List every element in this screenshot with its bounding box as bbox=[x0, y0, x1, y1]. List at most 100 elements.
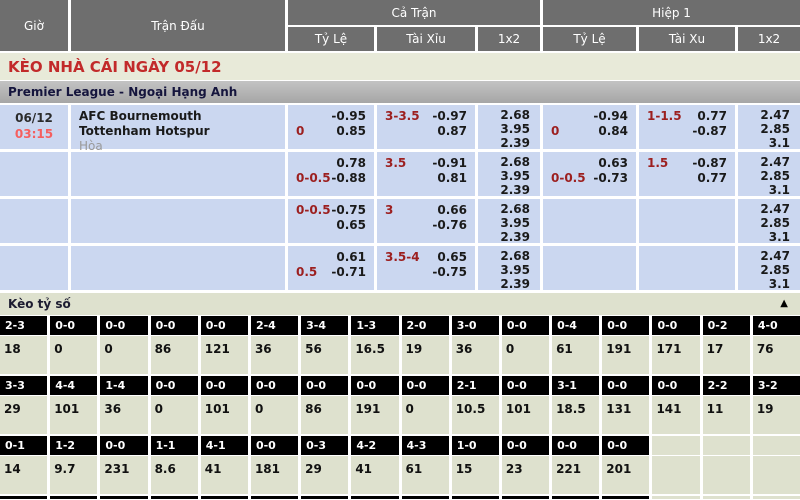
score-odds-cell[interactable]: 191 bbox=[351, 396, 398, 434]
score-odds-cell[interactable]: 16.5 bbox=[351, 336, 398, 374]
score-odds-cell[interactable]: 56 bbox=[301, 336, 348, 374]
h1-1x2-cell[interactable]: 2.472.853.1 bbox=[738, 152, 800, 196]
h1-overunder-cell[interactable]: 1-1.50.77 -0.87 bbox=[639, 105, 735, 149]
score-cell[interactable]: 2-1 bbox=[452, 376, 499, 395]
score-cell[interactable]: 2-4 bbox=[251, 316, 298, 335]
ft-1x2-cell[interactable]: 2.683.952.39 bbox=[478, 246, 540, 290]
score-cell[interactable]: 1-4 bbox=[100, 376, 147, 395]
score-cell[interactable]: 1-0 bbox=[452, 436, 499, 455]
score-odds-cell[interactable]: 121 bbox=[201, 336, 248, 374]
score-odds-cell[interactable]: 141 bbox=[652, 396, 699, 434]
score-odds-cell[interactable]: 0 bbox=[100, 336, 147, 374]
score-odds-cell[interactable]: 0 bbox=[402, 396, 449, 434]
score-odds-cell[interactable]: 8.6 bbox=[151, 456, 198, 494]
score-cell[interactable]: 0-0 bbox=[602, 436, 649, 455]
score-odds-cell[interactable]: 17 bbox=[703, 336, 750, 374]
score-cell[interactable]: 2-0 bbox=[402, 316, 449, 335]
h1-handicap-cell[interactable]: 0.630-0.5-0.73 bbox=[543, 152, 636, 196]
h1-1x2-cell[interactable]: 2.472.853.1 bbox=[738, 199, 800, 243]
score-cell[interactable]: 3-2 bbox=[753, 376, 800, 395]
score-odds-cell[interactable]: 15 bbox=[452, 456, 499, 494]
score-odds-cell[interactable]: 101 bbox=[201, 396, 248, 434]
score-odds-cell[interactable]: 86 bbox=[151, 336, 198, 374]
ft-1x2-cell[interactable]: 2.683.952.39 bbox=[478, 152, 540, 196]
score-cell[interactable]: 0-0 bbox=[301, 376, 348, 395]
score-odds-cell[interactable]: 86 bbox=[301, 396, 348, 434]
score-cell[interactable]: 0-0 bbox=[402, 376, 449, 395]
score-odds-cell[interactable]: 14 bbox=[0, 456, 47, 494]
score-odds-cell[interactable]: 131 bbox=[602, 396, 649, 434]
score-cell[interactable]: 0-0 bbox=[502, 436, 549, 455]
score-odds-cell[interactable]: 9.7 bbox=[50, 456, 97, 494]
score-odds-cell[interactable]: 0 bbox=[151, 396, 198, 434]
score-cell[interactable]: 0-0 bbox=[652, 316, 699, 335]
score-cell[interactable]: 0-0 bbox=[251, 376, 298, 395]
score-cell[interactable]: 2-3 bbox=[0, 316, 47, 335]
score-cell[interactable]: 2-2 bbox=[703, 376, 750, 395]
score-cell[interactable]: 3-1 bbox=[552, 376, 599, 395]
score-odds-cell[interactable]: 61 bbox=[402, 456, 449, 494]
score-cell[interactable]: 1-2 bbox=[50, 436, 97, 455]
score-cell[interactable]: 0-0 bbox=[151, 316, 198, 335]
score-odds-cell[interactable]: 11 bbox=[703, 396, 750, 434]
score-cell[interactable]: 0-0 bbox=[251, 436, 298, 455]
score-odds-cell[interactable]: 231 bbox=[100, 456, 147, 494]
score-cell[interactable]: 1-1 bbox=[151, 436, 198, 455]
score-cell[interactable]: 0-2 bbox=[703, 316, 750, 335]
score-odds-cell[interactable]: 29 bbox=[0, 396, 47, 434]
score-cell[interactable]: 0-0 bbox=[351, 376, 398, 395]
score-odds-cell[interactable]: 41 bbox=[201, 456, 248, 494]
score-cell[interactable]: 0-0 bbox=[502, 376, 549, 395]
score-odds-cell[interactable]: 76 bbox=[753, 336, 800, 374]
ft-overunder-cell[interactable]: 3.5-0.91 0.81 bbox=[377, 152, 475, 196]
score-odds-cell[interactable]: 23 bbox=[502, 456, 549, 494]
score-cell[interactable]: 3-3 bbox=[0, 376, 47, 395]
match-cell[interactable]: AFC BournemouthTottenham HotspurHòa bbox=[71, 105, 285, 149]
score-odds-cell[interactable]: 0 bbox=[50, 336, 97, 374]
score-cell[interactable]: 0-0 bbox=[50, 316, 97, 335]
score-odds-cell[interactable]: 171 bbox=[652, 336, 699, 374]
score-odds-cell[interactable]: 10.5 bbox=[452, 396, 499, 434]
h1-overunder-cell[interactable]: 1.5-0.87 0.77 bbox=[639, 152, 735, 196]
score-odds-cell[interactable]: 18.5 bbox=[552, 396, 599, 434]
score-odds-cell[interactable]: 191 bbox=[602, 336, 649, 374]
ft-overunder-cell[interactable]: 30.66 -0.76 bbox=[377, 199, 475, 243]
score-odds-cell[interactable]: 36 bbox=[452, 336, 499, 374]
score-odds-cell[interactable]: 201 bbox=[602, 456, 649, 494]
ft-handicap-cell[interactable]: 0.780-0.5-0.88 bbox=[288, 152, 374, 196]
score-cell[interactable]: 1-3 bbox=[351, 316, 398, 335]
ft-1x2-cell[interactable]: 2.683.952.39 bbox=[478, 105, 540, 149]
score-odds-cell[interactable]: 0 bbox=[251, 396, 298, 434]
score-cell[interactable]: 4-2 bbox=[351, 436, 398, 455]
score-odds-cell[interactable]: 36 bbox=[100, 396, 147, 434]
ft-handicap-cell[interactable]: 0-0.5-0.75 0.65 bbox=[288, 199, 374, 243]
score-odds-cell[interactable]: 19 bbox=[753, 396, 800, 434]
collapse-arrow-icon[interactable]: ▲ bbox=[780, 293, 788, 315]
score-odds-cell[interactable]: 181 bbox=[251, 456, 298, 494]
score-cell[interactable]: 3-4 bbox=[301, 316, 348, 335]
score-odds-cell[interactable]: 18 bbox=[0, 336, 47, 374]
score-odds-cell[interactable]: 101 bbox=[502, 396, 549, 434]
score-cell[interactable]: 0-0 bbox=[100, 436, 147, 455]
score-odds-cell[interactable]: 29 bbox=[301, 456, 348, 494]
score-cell[interactable]: 0-1 bbox=[0, 436, 47, 455]
score-odds-cell[interactable]: 61 bbox=[552, 336, 599, 374]
score-cell[interactable]: 0-0 bbox=[201, 316, 248, 335]
ft-handicap-cell[interactable]: 0.610.5-0.71 bbox=[288, 246, 374, 290]
score-odds-cell[interactable]: 0 bbox=[502, 336, 549, 374]
score-cell[interactable]: 0-0 bbox=[652, 376, 699, 395]
score-odds-cell[interactable]: 41 bbox=[351, 456, 398, 494]
score-cell[interactable]: 0-0 bbox=[602, 316, 649, 335]
score-cell[interactable]: 4-0 bbox=[753, 316, 800, 335]
score-cell[interactable]: 0-0 bbox=[201, 376, 248, 395]
score-cell[interactable]: 0-4 bbox=[552, 316, 599, 335]
score-cell[interactable]: 4-1 bbox=[201, 436, 248, 455]
score-cell[interactable]: 4-4 bbox=[50, 376, 97, 395]
ft-1x2-cell[interactable]: 2.683.952.39 bbox=[478, 199, 540, 243]
score-cell[interactable]: 0-0 bbox=[100, 316, 147, 335]
ft-overunder-cell[interactable]: 3-3.5-0.97 0.87 bbox=[377, 105, 475, 149]
score-cell[interactable]: 4-3 bbox=[402, 436, 449, 455]
score-cell[interactable]: 0-0 bbox=[151, 376, 198, 395]
score-odds-cell[interactable]: 221 bbox=[552, 456, 599, 494]
score-odds-cell[interactable]: 101 bbox=[50, 396, 97, 434]
